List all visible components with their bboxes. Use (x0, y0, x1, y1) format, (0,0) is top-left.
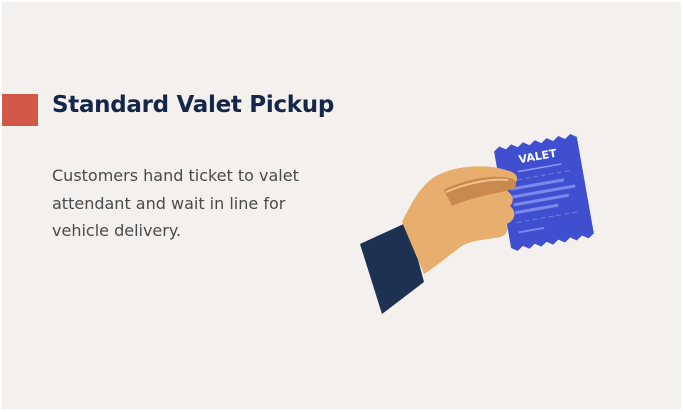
slide-description: Customers hand ticket to valet attendant… (52, 166, 299, 240)
slide-card: Standard Valet Pickup Customers hand tic… (2, 2, 681, 409)
slide-title: Standard Valet Pickup (52, 92, 335, 118)
accent-bar (2, 94, 38, 126)
hand-holding-ticket-icon: VALET (360, 133, 594, 314)
